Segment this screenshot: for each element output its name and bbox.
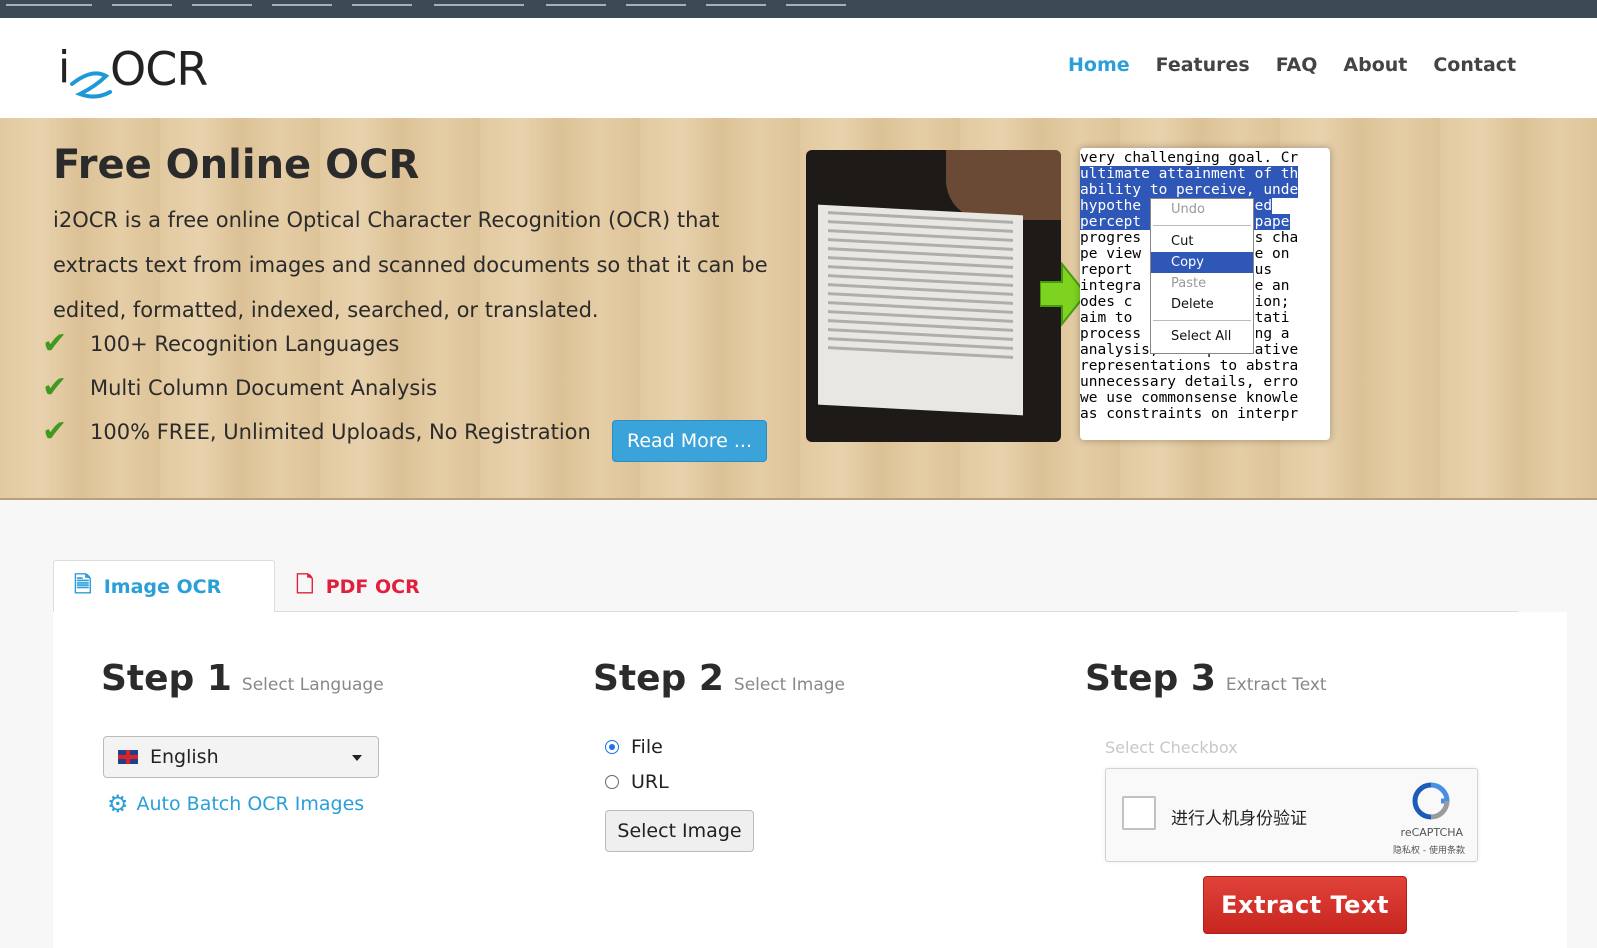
feature-item: ✔ 100+ Recognition Languages <box>42 326 399 361</box>
gears-icon: ⚙ <box>107 790 129 818</box>
radio-file-button[interactable] <box>605 740 619 754</box>
recaptcha-widget: 进行人机身份验证 reCAPTCHA 隐私权 - 使用条款 <box>1105 768 1478 862</box>
pdf-file-icon: 🗋 <box>296 572 314 598</box>
feature-label: Multi Column Document Analysis <box>90 375 438 400</box>
nav-faq[interactable]: FAQ <box>1276 54 1318 76</box>
checkmark-icon: ✔ <box>42 370 68 405</box>
radio-file-label: File <box>631 736 663 758</box>
bookmark-item[interactable] <box>434 0 524 6</box>
radio-file[interactable]: File <box>605 736 663 758</box>
feature-item: ✔ Multi Column Document Analysis <box>42 370 437 405</box>
logo-text-ocr: OCR <box>110 42 208 96</box>
hero-title: Free Online OCR <box>53 142 420 188</box>
bookmarks-bar <box>0 0 1597 18</box>
bookmark-item[interactable] <box>786 0 846 6</box>
feature-label: 100+ Recognition Languages <box>90 331 400 356</box>
feature-label: 100% FREE, Unlimited Uploads, No Registr… <box>90 419 591 444</box>
bookmark-item[interactable] <box>352 0 412 6</box>
site-logo[interactable]: i OCR <box>58 40 223 108</box>
tab-image-ocr-label: Image OCR <box>103 575 222 598</box>
language-select[interactable]: English <box>103 736 379 778</box>
extract-text-button[interactable]: Extract Text <box>1203 876 1407 934</box>
step2-title: Step 2 <box>593 658 724 699</box>
nav-contact[interactable]: Contact <box>1433 54 1516 76</box>
nav-home[interactable]: Home <box>1068 54 1130 76</box>
main-nav: Home Features FAQ About Contact <box>1068 54 1516 76</box>
recaptcha-logo-icon <box>1412 782 1450 820</box>
step2-subtitle: Select Image <box>733 675 845 695</box>
hero-banner: Free Online OCR i2OCR is a free online O… <box>0 118 1597 500</box>
logo-swirl-icon <box>70 71 112 99</box>
tab-pdf-ocr-label: PDF OCR <box>325 575 420 598</box>
site-header: i OCR Home Features FAQ About Contact <box>0 18 1597 118</box>
radio-url[interactable]: URL <box>605 771 669 793</box>
step3-subtitle: Extract Text <box>1225 675 1327 695</box>
recaptcha-prompt: 进行人机身份验证 <box>1171 809 1307 829</box>
read-more-button[interactable]: Read More ... <box>612 420 767 462</box>
hero-description: i2OCR is a free online Optical Character… <box>53 208 768 322</box>
recaptcha-brand: reCAPTCHA <box>1400 826 1463 839</box>
bookmark-item[interactable] <box>546 0 606 6</box>
radio-url-button[interactable] <box>605 775 619 789</box>
checkmark-icon: ✔ <box>42 326 68 361</box>
tab-pdf-ocr[interactable]: 🗋 PDF OCR <box>296 560 420 613</box>
step3-heading: Step 3 Extract Text <box>1085 658 1327 699</box>
ocr-panel: Step 1 Select Language English ⚙ Auto Ba… <box>53 612 1567 948</box>
context-menu-delete: Delete <box>1171 297 1214 312</box>
context-menu-cut: Cut <box>1171 234 1194 249</box>
context-menu-undo: Undo <box>1171 202 1205 217</box>
feature-item: ✔ 100% FREE, Unlimited Uploads, No Regis… <box>42 414 591 449</box>
select-image-button[interactable]: Select Image <box>605 810 754 852</box>
checkmark-icon: ✔ <box>42 414 68 449</box>
bookmark-item[interactable] <box>626 0 686 6</box>
photo-document-screen <box>818 204 1023 416</box>
radio-url-label: URL <box>631 771 669 793</box>
step2-heading: Step 2 Select Image <box>593 658 845 699</box>
context-menu-select-all: Select All <box>1171 329 1232 344</box>
document-icon: 🗎 <box>74 572 92 598</box>
bookmark-item[interactable] <box>272 0 332 6</box>
bookmark-item[interactable] <box>706 0 766 6</box>
tab-image-ocr[interactable]: 🗎 Image OCR <box>53 560 275 613</box>
bookmark-item[interactable] <box>6 0 92 6</box>
hero-phone-photo <box>806 150 1061 442</box>
nav-about[interactable]: About <box>1343 54 1407 76</box>
auto-batch-link[interactable]: ⚙ Auto Batch OCR Images <box>107 790 364 818</box>
ocr-tabs: 🗎 Image OCR 🗋 PDF OCR <box>53 560 1518 613</box>
step3-title: Step 3 <box>1085 658 1216 699</box>
select-checkbox-hint: Select Checkbox <box>1105 738 1238 757</box>
chevron-down-icon <box>352 755 362 761</box>
context-menu-copy: Copy <box>1151 252 1253 273</box>
step1-heading: Step 1 Select Language <box>101 658 384 699</box>
context-menu: Undo Cut Copy Paste Delete Select All <box>1150 198 1254 354</box>
step1-subtitle: Select Language <box>241 675 384 695</box>
photo-hand <box>946 150 1061 220</box>
language-select-value: English <box>150 746 219 768</box>
uk-flag-icon <box>118 750 138 764</box>
step1-title: Step 1 <box>101 658 232 699</box>
nav-features[interactable]: Features <box>1156 54 1250 76</box>
auto-batch-label: Auto Batch OCR Images <box>136 793 365 815</box>
context-menu-paste: Paste <box>1171 276 1207 291</box>
recaptcha-terms-link[interactable]: 隐私权 - 使用条款 <box>1393 843 1465 856</box>
bookmark-item[interactable] <box>192 0 252 6</box>
bookmark-item[interactable] <box>112 0 172 6</box>
recaptcha-checkbox[interactable] <box>1122 796 1156 830</box>
